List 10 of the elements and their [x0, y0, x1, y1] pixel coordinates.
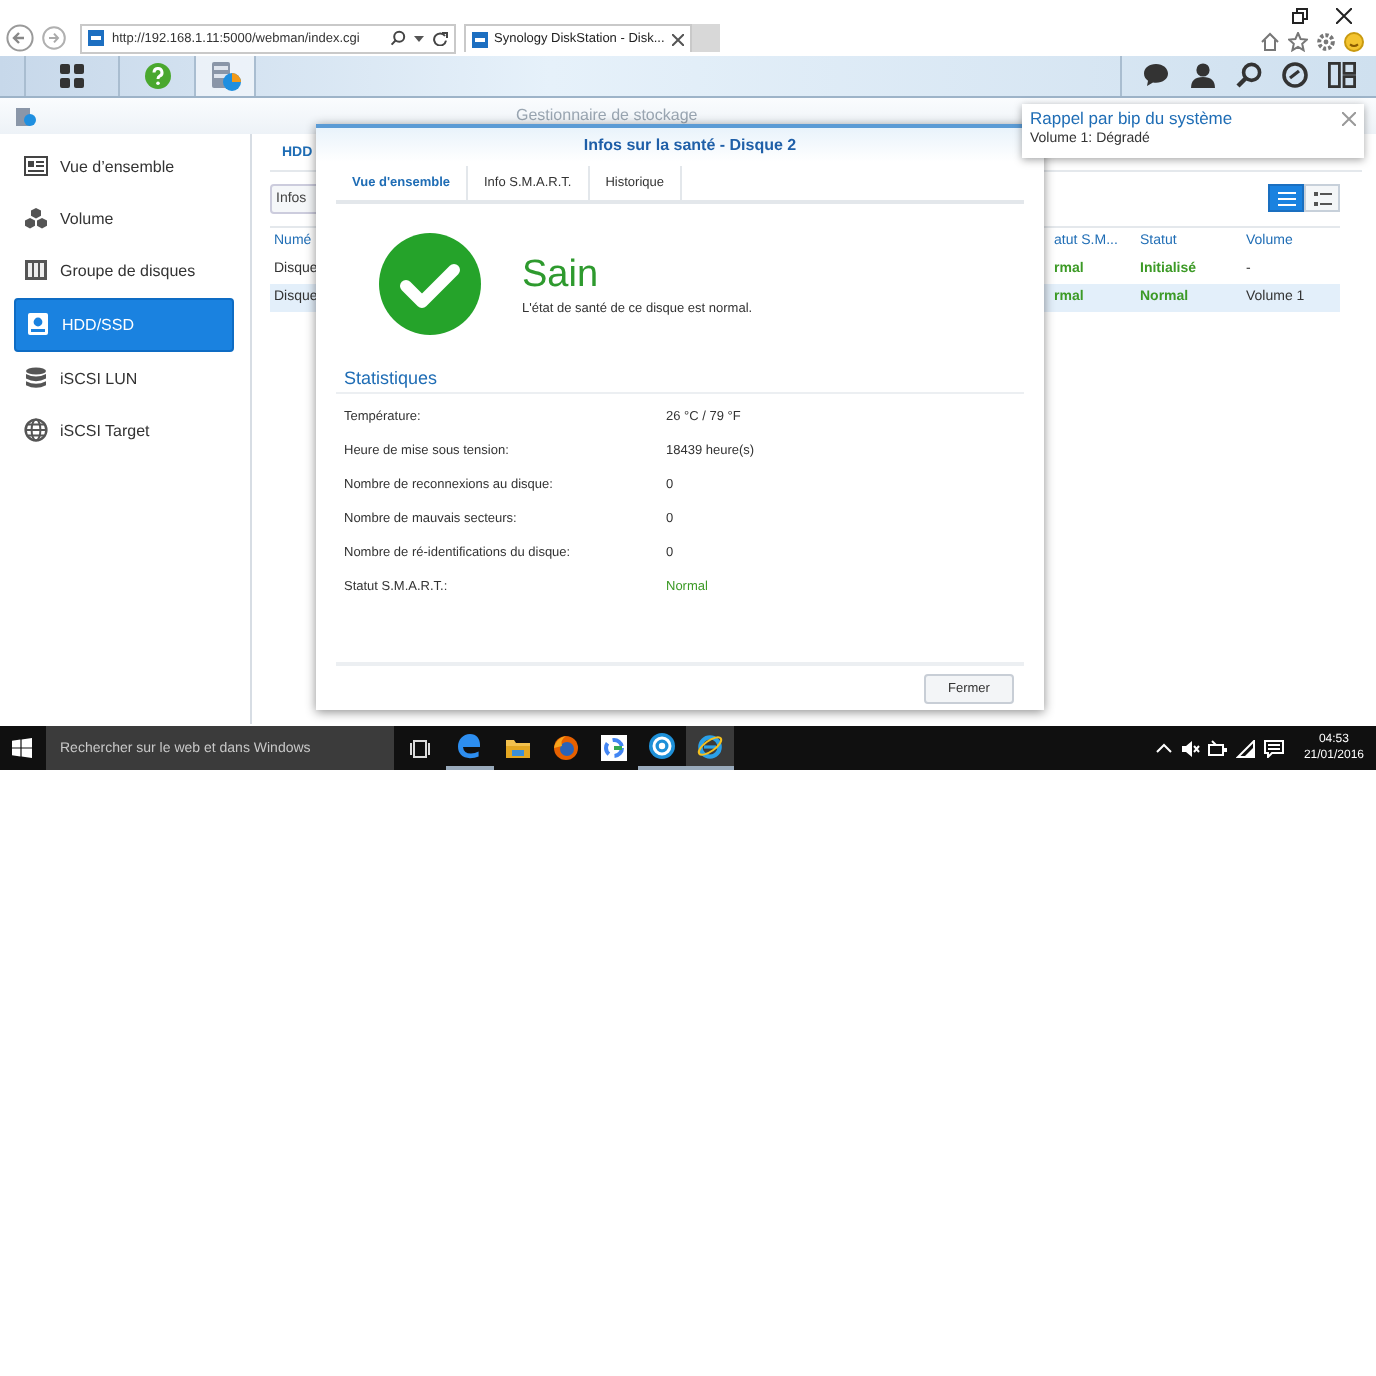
sidebar-item[interactable]: HDD/SSD	[14, 297, 234, 352]
section-title: Statistiques	[336, 368, 1024, 394]
sidebar-item[interactable]: iSCSI Target	[14, 405, 234, 456]
health-status: Sain	[522, 253, 601, 297]
sidebar-item[interactable]: Vue d’ensemble	[14, 141, 234, 192]
window-title: Gestionnaire de stockage	[516, 106, 698, 125]
sidebar-item[interactable]: Groupe de disques	[14, 245, 234, 296]
sidebar-item[interactable]: Volume	[14, 193, 234, 244]
sidebar-item[interactable]: iSCSI LUN	[14, 353, 234, 404]
notification-title: Rappel par bip du système	[1030, 108, 1233, 128]
